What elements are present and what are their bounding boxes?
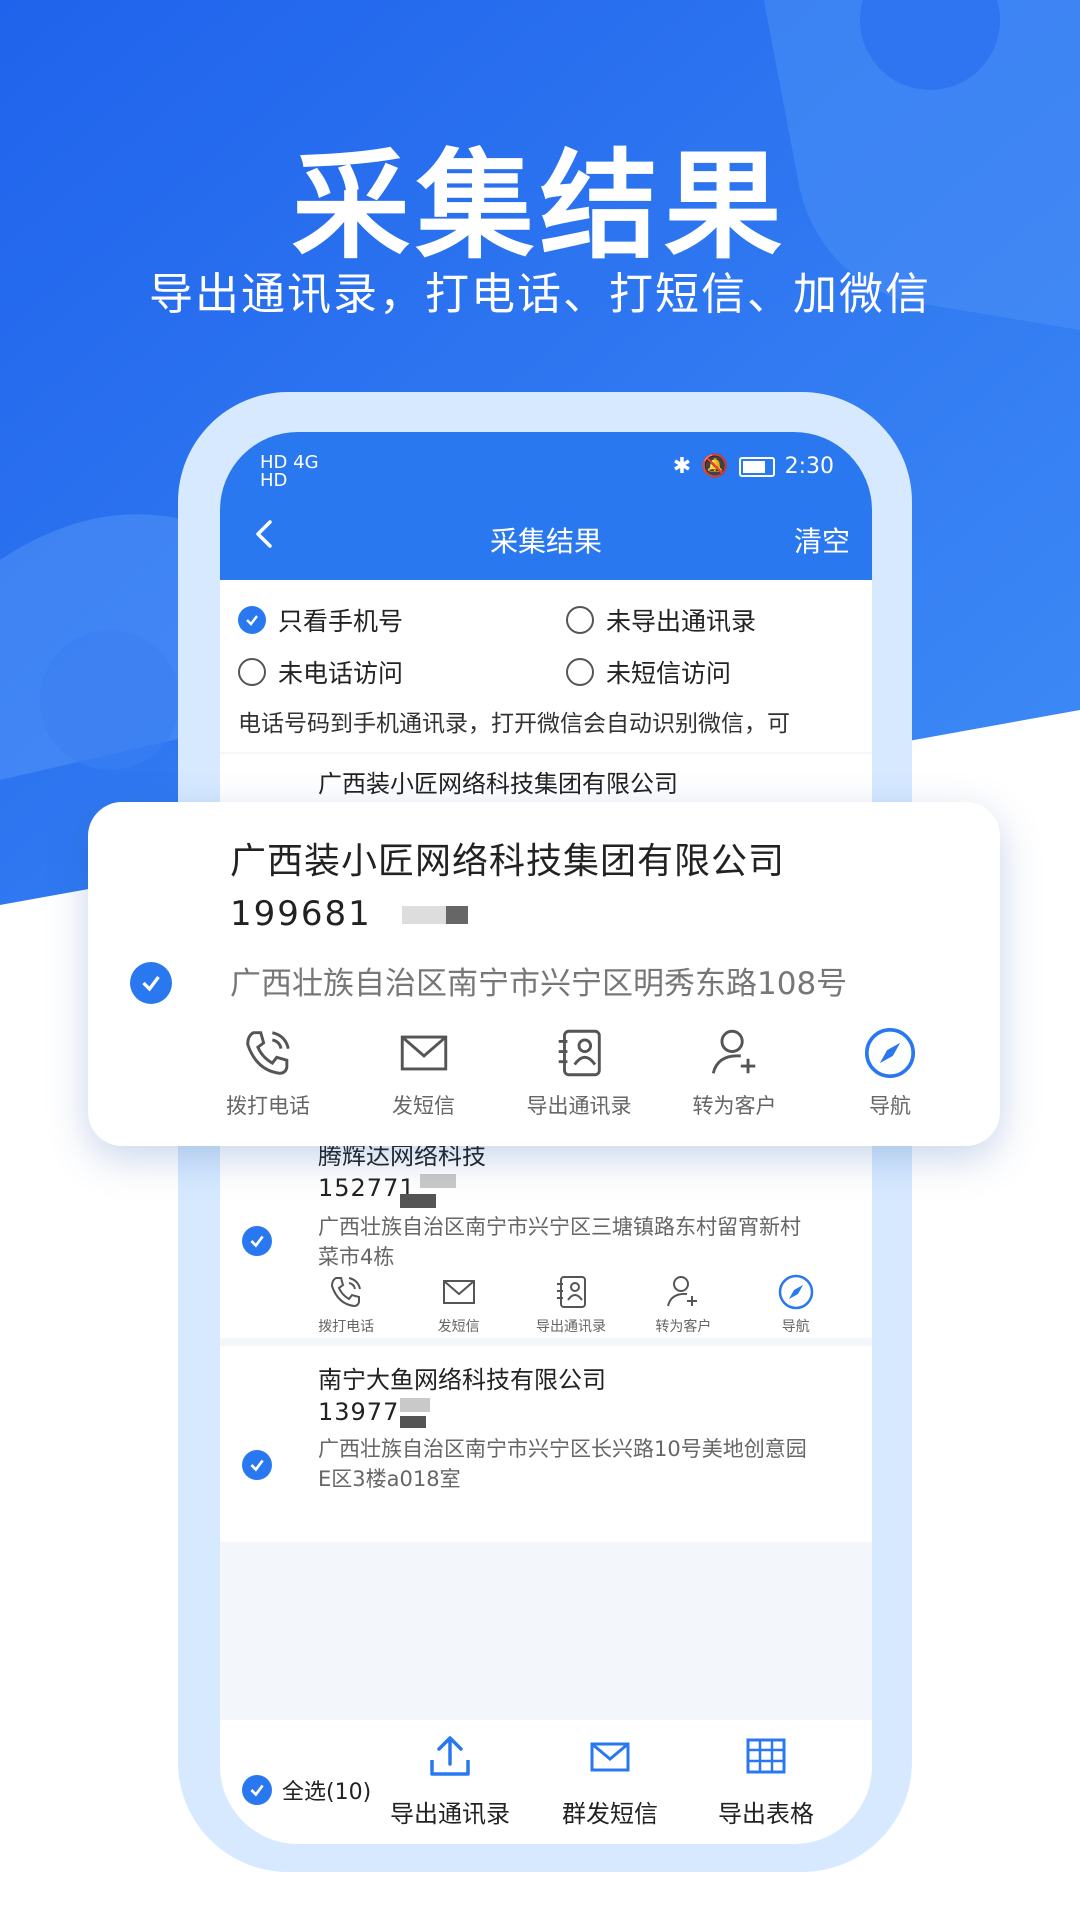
checked-icon	[242, 1775, 272, 1805]
action-label: 发短信	[437, 1319, 480, 1335]
call-action[interactable]: 拨打电话	[198, 1024, 338, 1124]
filter-panel: 只看手机号 未导出通讯录 未电话访问 未短信访问	[220, 580, 872, 696]
company-name: 广西装小匠网络科技集团有限公司	[230, 841, 786, 882]
sms-action[interactable]: 发短信	[354, 1024, 494, 1124]
mail-icon	[400, 1035, 447, 1071]
filter-not-called[interactable]: 未电话访问	[238, 654, 403, 690]
action-label: 拨打电话	[226, 1094, 310, 1118]
action-label: 发短信	[392, 1094, 455, 1118]
battery-icon	[738, 456, 775, 477]
checked-icon[interactable]	[242, 1450, 272, 1480]
unchecked-icon	[238, 658, 266, 686]
mute-icon: 🔕	[701, 454, 729, 479]
company-name: 南宁大鱼网络科技有限公司	[318, 1366, 606, 1394]
action-label: 导航	[781, 1319, 810, 1335]
upload-icon	[430, 1736, 470, 1776]
to-customer-action[interactable]: 转为客户	[665, 1024, 805, 1124]
masked-digits	[402, 906, 446, 924]
export-sheet-label: 导出表格	[718, 1800, 814, 1828]
address: 广西壮族自治区南宁市兴宁区明秀东路108号	[230, 966, 848, 1002]
address: 广西壮族自治区南宁市兴宁区长兴路10号美地创意园 E区3楼a018室	[318, 1434, 838, 1494]
phone-number: 13977	[318, 1398, 400, 1426]
action-label: 导航	[869, 1094, 911, 1118]
checked-icon[interactable]	[242, 1226, 272, 1256]
to-customer-action[interactable]: 转为客户	[633, 1272, 733, 1338]
action-label: 转为客户	[692, 1094, 777, 1118]
mass-sms-button[interactable]: 群发短信	[540, 1732, 680, 1829]
bluetooth-icon: ✱	[672, 454, 692, 479]
featured-result-card[interactable]: 广西装小匠网络科技集团有限公司 199681 广西壮族自治区南宁市兴宁区明秀东路…	[88, 802, 1000, 1146]
navigate-action[interactable]: 导航	[746, 1272, 846, 1338]
tip-text: 电话号码到手机通讯录，打开微信会自动识别微信，可	[220, 696, 872, 752]
page-title: 采集结果	[489, 525, 602, 558]
item-actions: 拨打电话 发短信 导出通讯录 转为客户 导航	[290, 1272, 852, 1338]
export-contacts-button[interactable]: 导出通讯录	[380, 1732, 520, 1829]
masked-digits	[420, 1174, 456, 1188]
address-line: E区3楼a018室	[318, 1467, 461, 1491]
filter-only-mobile[interactable]: 只看手机号	[238, 602, 403, 638]
compass-icon	[864, 1027, 916, 1079]
unchecked-icon	[566, 658, 594, 686]
user-add-icon	[667, 1276, 698, 1307]
address-line: 菜市4栋	[318, 1245, 395, 1269]
list-item[interactable]: 腾辉达网络科技 152771 广西壮族自治区南宁市兴宁区三塘镇路东村留宵新村 菜…	[220, 1122, 872, 1338]
clear-button[interactable]: 清空	[794, 520, 850, 560]
masked-digits	[400, 1416, 426, 1428]
action-label: 拨打电话	[318, 1319, 375, 1335]
item-actions: 拨打电话 发短信 导出通讯录 转为客户 导航	[198, 1024, 960, 1124]
contacts-export-icon	[556, 1276, 586, 1308]
export-contacts-label: 导出通讯录	[390, 1800, 510, 1828]
export-sheet-button[interactable]: 导出表格	[696, 1732, 836, 1829]
filter-label: 未导出通讯录	[606, 607, 757, 636]
select-all-toggle[interactable]: 全选(10)	[242, 1774, 371, 1806]
status-time: 2:30	[784, 454, 834, 479]
address-line: 广西壮族自治区南宁市兴宁区三塘镇路东村留宵新村	[318, 1215, 801, 1239]
action-label: 导出通讯录	[526, 1094, 632, 1118]
compass-icon	[778, 1274, 813, 1310]
mail-icon	[590, 1742, 630, 1772]
status-bar-right: ✱ 🔕 2:30	[673, 454, 834, 479]
filter-label: 只看手机号	[278, 607, 404, 636]
action-label: 转为客户	[655, 1319, 712, 1335]
address: 广西壮族自治区南宁市兴宁区三塘镇路东村留宵新村 菜市4栋	[318, 1212, 838, 1272]
navigate-action[interactable]: 导航	[820, 1024, 960, 1124]
masked-digits	[446, 906, 468, 924]
phone-number: 199681	[230, 894, 372, 934]
filter-label: 未电话访问	[278, 659, 404, 688]
bottom-bar: 全选(10) 导出通讯录 群发短信 导出表格	[220, 1720, 872, 1844]
hero-subtitle: 导出通讯录，打电话、打短信、加微信	[149, 269, 931, 320]
export-contact-action[interactable]: 导出通讯录	[509, 1024, 649, 1124]
masked-digits	[400, 1398, 430, 1412]
tip-text-content: 电话号码到手机通讯录，打开微信会自动识别微信，可	[238, 711, 790, 737]
checked-icon[interactable]	[130, 962, 172, 1004]
filter-not-exported[interactable]: 未导出通讯录	[566, 602, 756, 638]
unchecked-icon	[566, 606, 594, 634]
sms-action[interactable]: 发短信	[409, 1272, 509, 1338]
table-icon	[746, 1738, 786, 1774]
action-label: 导出通讯录	[535, 1319, 606, 1335]
select-all-label: 全选(10)	[282, 1780, 372, 1805]
hero-title: 采集结果	[291, 137, 788, 275]
filter-label: 未短信访问	[606, 659, 732, 688]
checked-icon	[238, 606, 266, 634]
call-action[interactable]: 拨打电话	[296, 1272, 396, 1338]
filter-not-sms[interactable]: 未短信访问	[566, 654, 731, 690]
phone-icon	[331, 1277, 362, 1308]
mass-sms-label: 群发短信	[562, 1800, 658, 1828]
masked-digits	[400, 1194, 436, 1208]
phone-icon	[246, 1031, 290, 1075]
contacts-export-icon	[558, 1029, 601, 1077]
address-line: 广西壮族自治区南宁市兴宁区长兴路10号美地创意园	[318, 1437, 807, 1461]
hd-text: HD	[260, 470, 288, 491]
app-bar: HD 4G HD ✱ 🔕 2:30 采集结果 清空	[220, 432, 872, 580]
status-bar-left: HD 4G HD	[260, 454, 319, 490]
user-add-icon	[711, 1029, 755, 1074]
company-name: 广西装小匠网络科技集团有限公司	[318, 770, 678, 798]
export-contact-action[interactable]: 导出通讯录	[521, 1272, 621, 1338]
mail-icon	[442, 1280, 475, 1304]
list-item[interactable]: 南宁大鱼网络科技有限公司 13977 广西壮族自治区南宁市兴宁区长兴路10号美地…	[220, 1346, 872, 1542]
